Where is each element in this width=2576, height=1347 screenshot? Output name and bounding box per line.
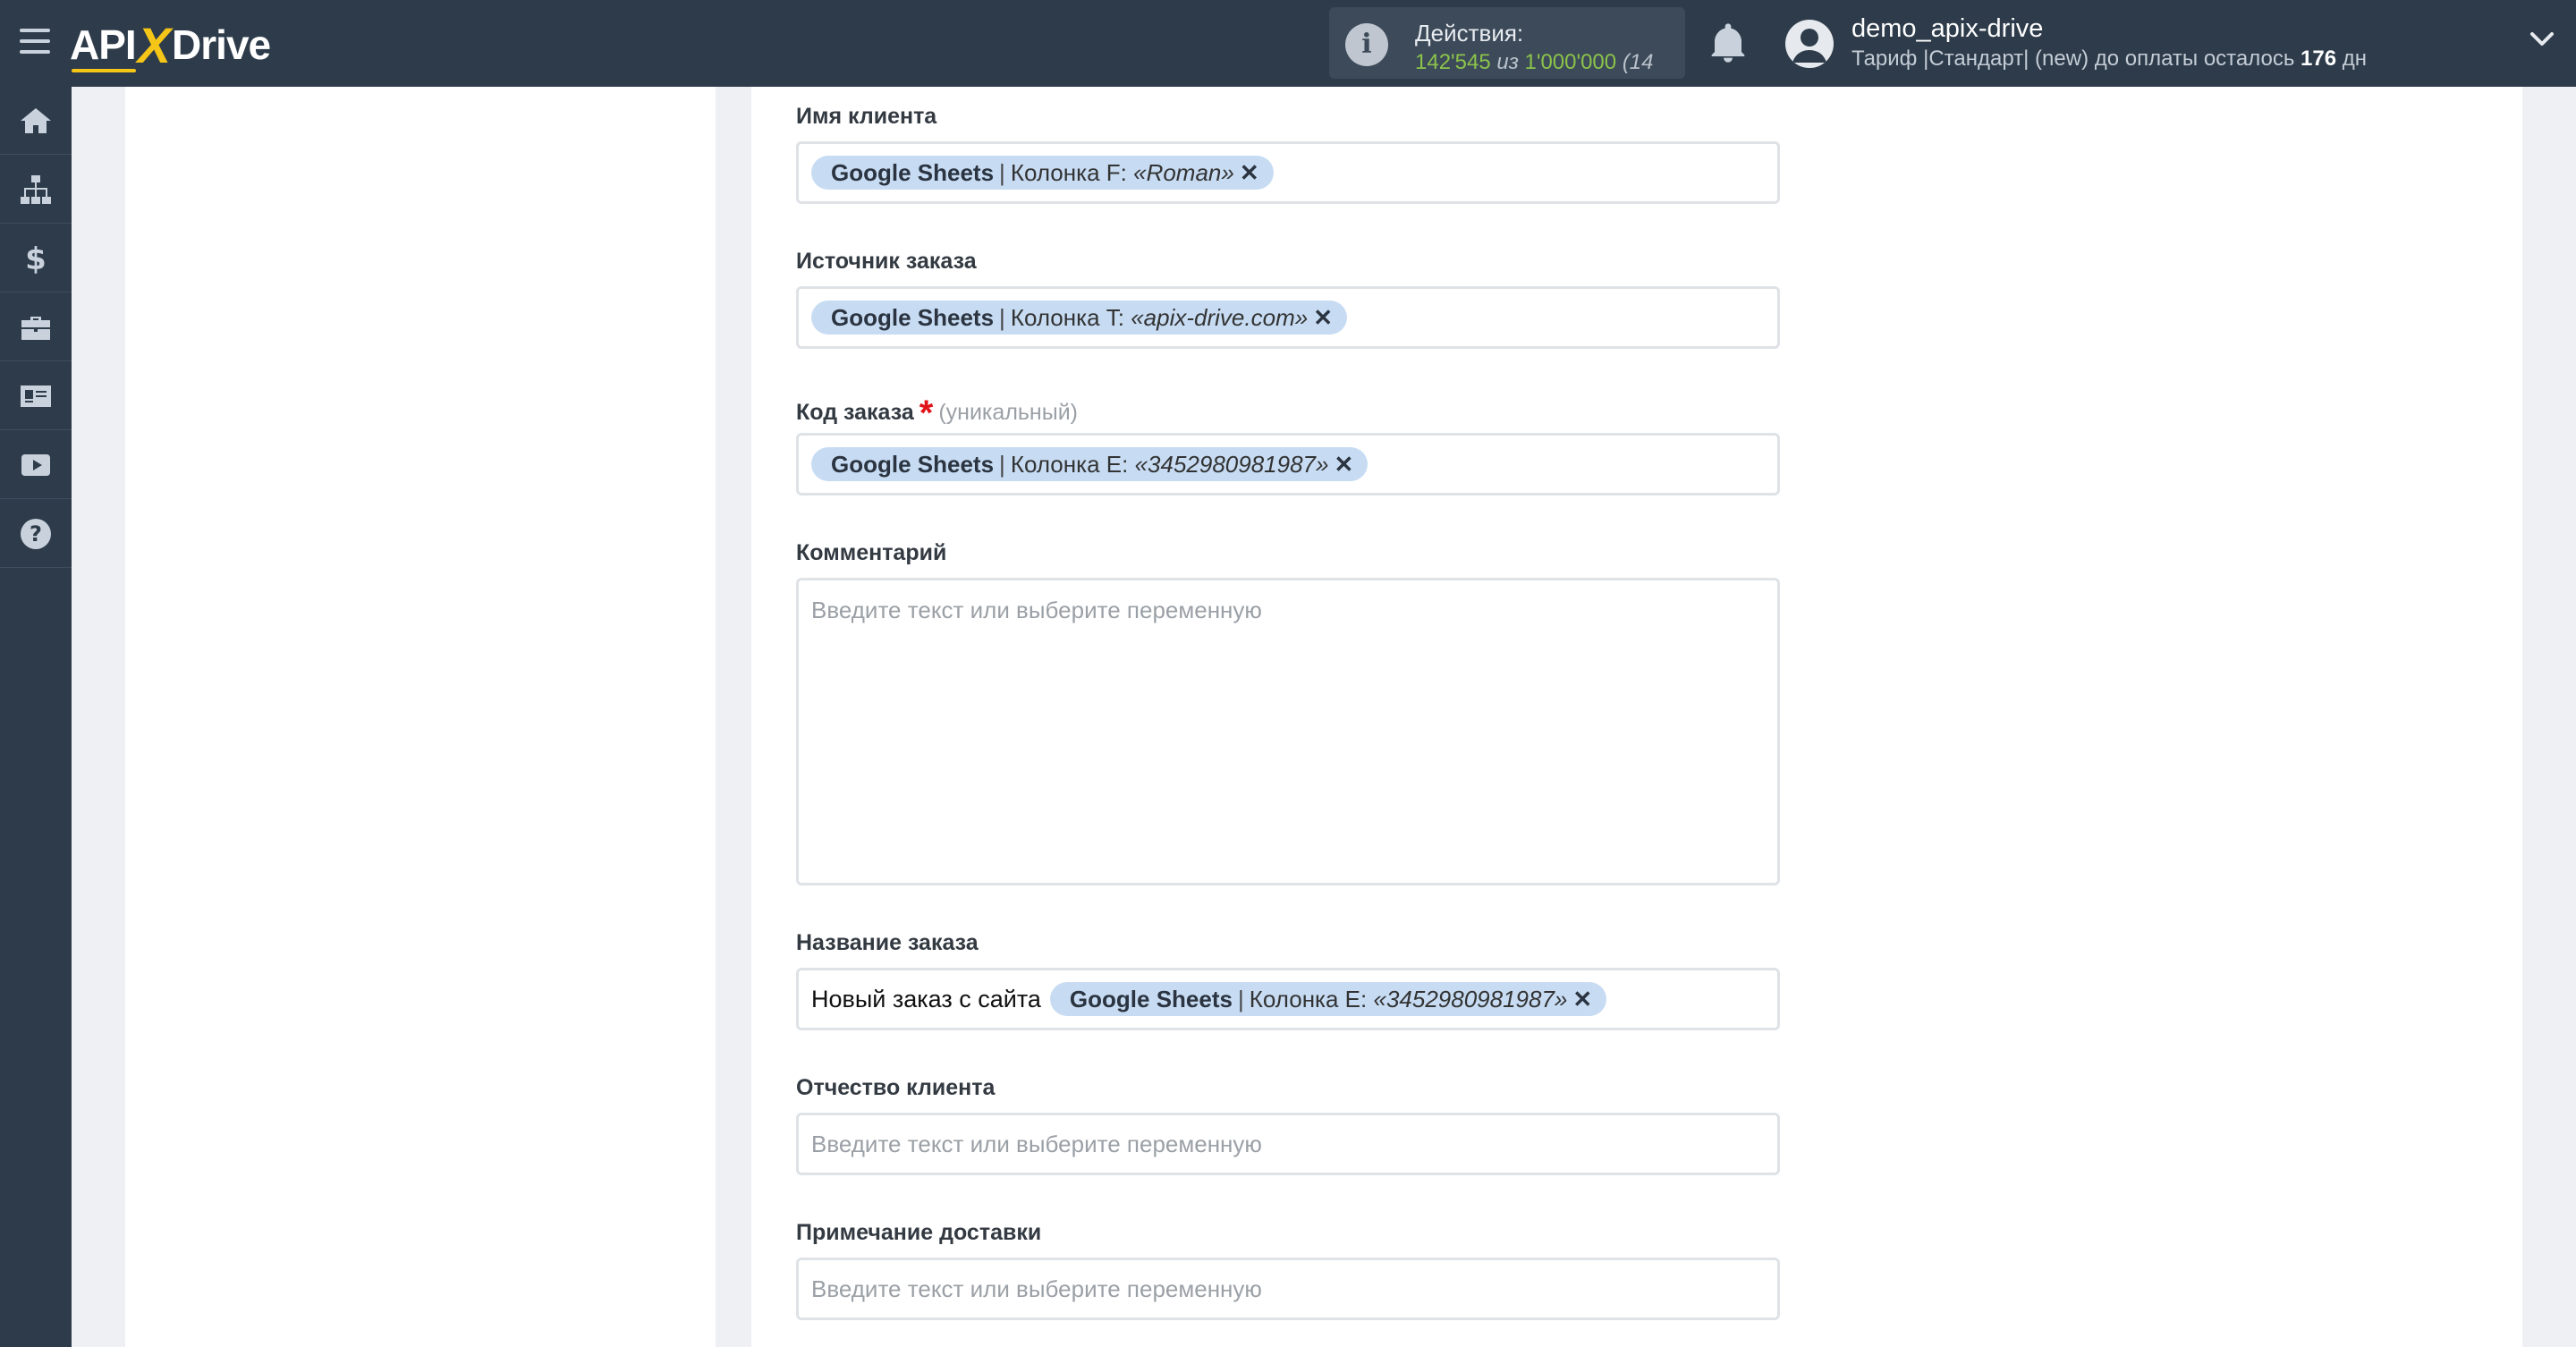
plan-days: 176 — [2301, 47, 2337, 71]
actions-counter[interactable]: i Действия: 142'545 из 1'000'000 (14 — [1329, 7, 1685, 79]
logo[interactable]: API X Drive — [70, 16, 271, 73]
field-label-delivery-note: Примечание доставки — [796, 1220, 1042, 1245]
tag-value: «Roman» — [1133, 158, 1234, 186]
delivery-note-placeholder: Введите текст или выберите переменную — [811, 1275, 1262, 1302]
tag-column: Колонка E: — [1010, 450, 1129, 478]
tag-source: Google Sheets — [831, 450, 995, 478]
tag-column: Колонка F: — [1010, 158, 1127, 186]
id-card-icon — [21, 385, 51, 407]
sidebar-item-help[interactable]: ? — [0, 500, 72, 568]
patronymic-placeholder: Введите текст или выберите переменную — [811, 1130, 1262, 1157]
user-name[interactable]: demo_apix-drive — [1852, 14, 2043, 44]
actions-of: из — [1496, 50, 1519, 74]
plan-days-suffix: дн — [2336, 47, 2368, 71]
tag-separator: | — [999, 450, 1005, 478]
logo-api: API — [70, 21, 137, 72]
remove-tag-icon[interactable]: ✕ — [1572, 986, 1592, 1013]
field-label-order-name: Название заказа — [796, 930, 979, 955]
svg-text:$: $ — [25, 241, 47, 276]
actions-extra: (14 — [1622, 50, 1654, 74]
field-label-order-source: Источник заказа — [796, 249, 977, 274]
sidebar: $ ? — [0, 87, 72, 1347]
tag-value: «3452980981987» — [1373, 985, 1568, 1012]
tag-value: «apix-drive.com» — [1131, 303, 1309, 331]
remove-tag-icon[interactable]: ✕ — [1313, 304, 1333, 332]
variable-tag[interactable]: Google Sheets | Колонка T: «apix-drive.com… — [811, 301, 1347, 335]
field-label-client-name: Имя клиента — [796, 104, 937, 129]
tag-value: «3452980981987» — [1134, 450, 1329, 478]
comment-placeholder: Введите текст или выберите переменную — [811, 597, 1262, 623]
order-source-field[interactable]: Google Sheets | Колонка T: «apix-drive.com… — [796, 286, 1780, 349]
actions-limit: 1'000'000 — [1524, 50, 1617, 74]
sidebar-item-billing[interactable]: $ — [0, 224, 72, 292]
order-name-text: Новый заказ с сайта — [811, 985, 1041, 1012]
field-label-comment: Комментарий — [796, 540, 947, 565]
home-icon — [21, 107, 51, 133]
briefcase-icon — [21, 316, 50, 340]
plan-text: Тариф |Стандарт| (new) до оплаты осталос… — [1852, 47, 2301, 71]
field-label-order-code: Код заказа * (уникальный) — [796, 388, 1078, 433]
variable-tag[interactable]: Google Sheets | Колонка E: «3452980981987»… — [811, 447, 1368, 481]
sitemap-icon — [21, 174, 51, 204]
actions-used: 142'545 — [1415, 50, 1491, 74]
actions-usage: 142'545 из 1'000'000 (14 — [1415, 50, 1654, 75]
order-code-label-text: Код заказа — [796, 400, 914, 425]
bell-icon[interactable] — [1710, 23, 1746, 63]
sidebar-item-home[interactable] — [0, 87, 72, 155]
field-label-patronymic: Отчество клиента — [796, 1075, 996, 1100]
sidebar-item-connections[interactable] — [0, 156, 72, 224]
remove-tag-icon[interactable]: ✕ — [1334, 451, 1353, 479]
tag-separator: | — [999, 303, 1005, 331]
logo-x: X — [137, 16, 171, 73]
unique-hint: (уникальный) — [938, 400, 1078, 425]
patronymic-field[interactable]: Введите текст или выберите переменную — [796, 1113, 1780, 1175]
tag-separator: | — [999, 158, 1005, 186]
youtube-icon — [21, 453, 50, 476]
tag-source: Google Sheets — [831, 303, 995, 331]
remove-tag-icon[interactable]: ✕ — [1240, 159, 1259, 187]
variable-tag[interactable]: Google Sheets | Колонка F: «Roman» ✕ — [811, 156, 1274, 190]
help-icon: ? — [21, 518, 51, 549]
dollar-icon: $ — [25, 241, 47, 276]
left-panel — [125, 87, 716, 1347]
sidebar-item-video[interactable] — [0, 431, 72, 499]
tag-separator: | — [1237, 985, 1244, 1012]
chevron-down-icon[interactable] — [2529, 30, 2555, 48]
svg-text:?: ? — [30, 521, 42, 546]
order-name-field[interactable]: Новый заказ с сайта Google Sheets | Колонк… — [796, 968, 1780, 1030]
avatar[interactable] — [1785, 20, 1834, 68]
actions-title: Действия: — [1415, 20, 1524, 47]
info-icon: i — [1345, 23, 1388, 66]
comment-textarea[interactable]: Введите текст или выберите переменную — [796, 578, 1780, 885]
variable-tag[interactable]: Google Sheets | Колонка E: «3452980981987»… — [1049, 982, 1607, 1016]
menu-icon[interactable] — [20, 29, 50, 54]
top-bar: API X Drive i Действия: 142'545 из 1'000'0… — [0, 0, 2576, 87]
tag-column: Колонка E: — [1249, 985, 1368, 1012]
delivery-note-field[interactable]: Введите текст или выберите переменную — [796, 1258, 1780, 1320]
tag-column: Колонка T: — [1010, 303, 1124, 331]
user-plan: Тариф |Стандарт| (new) до оплаты осталос… — [1852, 47, 2367, 72]
tag-source: Google Sheets — [831, 158, 995, 186]
client-name-field[interactable]: Google Sheets | Колонка F: «Roman» ✕ — [796, 141, 1780, 204]
sidebar-item-profile[interactable] — [0, 362, 72, 430]
tag-source: Google Sheets — [1069, 985, 1233, 1012]
logo-drive: Drive — [172, 21, 271, 68]
sidebar-item-services[interactable] — [0, 293, 72, 361]
order-code-field[interactable]: Google Sheets | Колонка E: «3452980981987»… — [796, 433, 1780, 496]
required-marker: * — [919, 394, 934, 433]
